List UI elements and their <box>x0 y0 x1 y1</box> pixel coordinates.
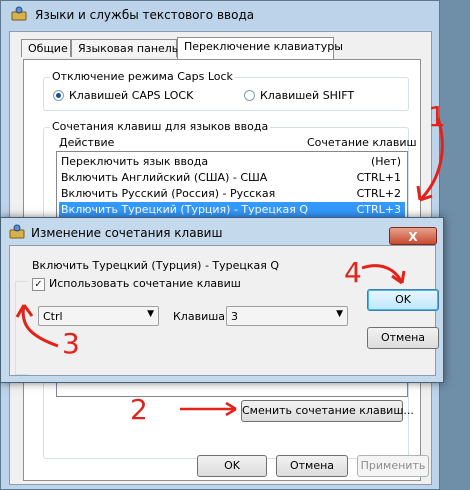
chevron-down-icon: ▼ <box>147 309 154 319</box>
list-item-keys: CTRL+3 <box>356 203 401 216</box>
list-item-action: Включить Турецкий (Турция) - Турецкая Q <box>61 203 309 216</box>
list-item-keys: CTRL+1 <box>356 171 401 184</box>
dialog-subtitle: Включить Турецкий (Турция) - Турецкая Q <box>32 259 280 272</box>
annotation-number-2: 2 <box>130 393 148 426</box>
cancel-button-label: Отмена <box>289 459 335 472</box>
list-item[interactable]: Включить Русский (Россия) - Русская CTRL… <box>59 186 405 201</box>
close-glyph: X <box>408 230 418 244</box>
list-item[interactable]: Включить Английский (США) - США CTRL+1 <box>59 170 405 185</box>
keyboard-settings-icon <box>11 6 27 21</box>
key-select-value: 3 <box>231 310 238 323</box>
ok-button[interactable]: OK <box>197 455 267 477</box>
modifier-select-value: Ctrl <box>43 310 63 323</box>
ok-button-label: OK <box>224 459 240 472</box>
use-hotkey-checkbox[interactable]: ✓ <box>32 278 45 291</box>
key-label: Клавиша: <box>173 310 229 323</box>
change-hotkey-button[interactable]: Сменить сочетание клавиш... <box>241 400 414 422</box>
chevron-down-icon: ▼ <box>336 309 343 319</box>
list-item-selected[interactable]: Включить Турецкий (Турция) - Турецкая Q … <box>59 202 405 217</box>
dialog-title: Изменение сочетания клавиш <box>31 226 223 240</box>
window-title: Языки и службы текстового ввода <box>35 8 255 22</box>
tab-keyboard-switching[interactable]: Переключение клавиатуры <box>177 37 343 59</box>
modifier-select[interactable]: Ctrl ▼ <box>38 306 159 326</box>
hotkeys-caption: Сочетания клавиш для языков ввода <box>50 120 271 133</box>
tab-language-bar-label: Языковая панель <box>78 42 179 55</box>
tab-keyboard-switching-label: Переключение клавиатуры <box>184 40 343 53</box>
column-header-action: Действие <box>59 136 115 149</box>
use-hotkey-label: Использовать сочетание клавиш <box>49 277 241 290</box>
keyboard-settings-icon <box>9 224 25 239</box>
list-item-keys: CTRL+2 <box>356 187 401 200</box>
annotation-number-4: 4 <box>344 256 362 289</box>
dialog-cancel-button[interactable]: Отмена <box>367 327 439 349</box>
dialog-ok-button[interactable]: OK <box>367 289 439 311</box>
capslock-caption: Отключение режима Caps Lock <box>50 70 235 83</box>
close-icon[interactable]: X <box>389 227 437 245</box>
radio-capslock-key[interactable] <box>53 90 64 101</box>
radio-shift-key[interactable] <box>244 90 255 101</box>
annotation-number-1: 1 <box>428 100 446 133</box>
apply-button-label: Применить <box>360 459 426 472</box>
tab-language-bar[interactable]: Языковая панель <box>71 39 179 57</box>
cancel-button[interactable]: Отмена <box>276 455 348 477</box>
radio-capslock-key-label: Клавишей CAPS LOCK <box>69 89 194 102</box>
tab-general[interactable]: Общие <box>21 39 71 57</box>
dialog-frame <box>15 281 28 375</box>
apply-button[interactable]: Применить <box>357 455 429 477</box>
list-item[interactable]: Переключить язык ввода (Нет) <box>59 154 405 169</box>
column-header-keys: Сочетание клавиш <box>307 136 417 149</box>
change-hotkey-button-label: Сменить сочетание клавиш... <box>242 404 414 417</box>
dialog-cancel-button-label: Отмена <box>380 331 426 344</box>
dialog-ok-button-label: OK <box>395 293 411 306</box>
tab-general-label: Общие <box>28 42 68 55</box>
radio-shift-key-label: Клавишей SHIFT <box>260 89 355 102</box>
list-item-action: Включить Русский (Россия) - Русская <box>61 187 276 200</box>
list-item-keys: (Нет) <box>370 155 401 168</box>
list-item-action: Переключить язык ввода <box>61 155 209 168</box>
annotation-number-3: 3 <box>62 327 80 360</box>
window-titlebar[interactable]: Языки и службы текстового ввода <box>11 5 431 25</box>
list-item-action: Включить Английский (США) - США <box>61 171 268 184</box>
key-select[interactable]: 3 ▼ <box>226 306 348 326</box>
dialog-titlebar[interactable]: Изменение сочетания клавиш X <box>9 224 437 245</box>
